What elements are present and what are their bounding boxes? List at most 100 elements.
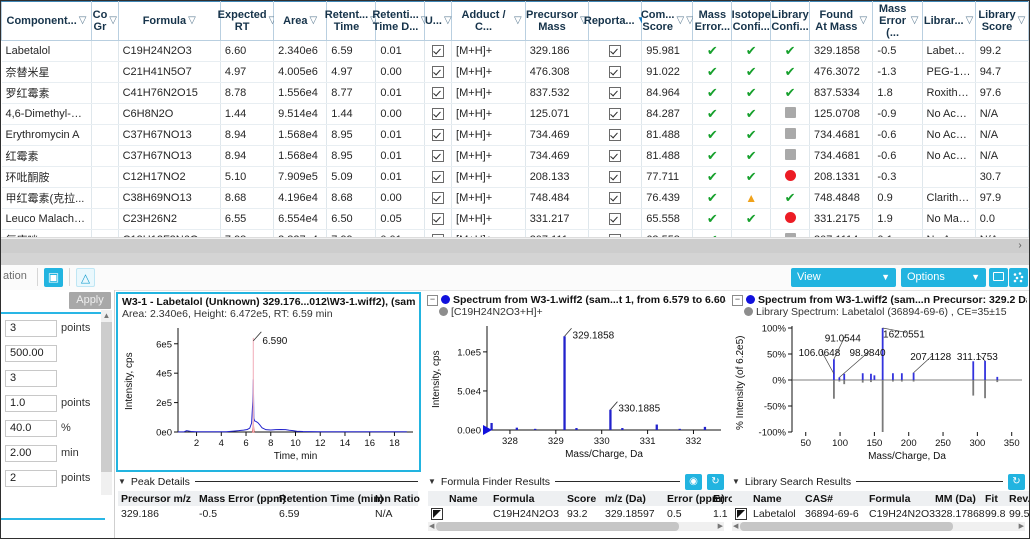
checkbox-icon[interactable] [609,192,622,205]
cell-used-checkbox[interactable] [424,229,453,237]
cell-reportable-checkbox[interactable] [588,145,643,167]
cell-used-checkbox[interactable] [424,124,453,146]
cell-reportable-checkbox[interactable] [588,82,643,104]
table-row[interactable]: 环吡酮胺 C12H17NO2 5.10 7.909e5 5.09 0.01 [M+H]+ 20… [1,166,1029,188]
library-search-header[interactable]: ▼ Library Search Results ↻ [732,473,1025,490]
refresh-icon[interactable]: ↻ [707,473,724,490]
chromatogram-plot[interactable]: 0e0 2e5 4e5 6e5 2 4 6 8 10 12 14 16 18 6.590 Time, min… [120,320,419,470]
column-header-15[interactable]: Found At Mass ▽ [808,1,874,41]
filter-icon[interactable]: ▽ [444,16,452,26]
peak-details-header[interactable]: ▼ Peak Details [118,475,418,488]
checkbox-icon[interactable] [432,213,445,226]
table-row[interactable]: Labetalol 36894-69-6 C19H24N2O3 328.17868 99… [732,506,1029,521]
cell-reportable-checkbox[interactable] [588,40,643,62]
table-body[interactable]: C19H24N2O3 93.2 329.18597 0.5 1.1 [428,506,732,521]
filter-icon[interactable]: ▽ [514,16,522,26]
row-selector-cell[interactable] [732,506,750,521]
cell-used-checkbox[interactable] [424,103,453,125]
column-header-1[interactable]: Co Gr ▽ [91,1,119,41]
scroll-right-arrow[interactable]: › [1013,238,1027,254]
table-row[interactable]: Erythromycin A C37H67NO13 8.94 1.568e4 8.95 0… [1,124,1029,146]
cell-used-checkbox[interactable] [424,187,453,209]
selection-arrow-icon[interactable] [431,507,443,520]
table-body[interactable]: 329.186 -0.5 6.59 N/A [118,506,418,521]
column-header-0[interactable]: Component... ▽ [1,1,93,41]
filter-icon[interactable]: ▽ [911,16,919,26]
parameters-vertical-scrollbar[interactable]: ▲ [101,310,112,495]
cell-reportable-checkbox[interactable] [588,103,643,125]
checkbox-icon[interactable] [432,171,445,184]
column-header-6[interactable]: Retenti...Time D...▽ [372,1,428,41]
cell-reportable-checkbox[interactable] [588,229,643,237]
parameter-input-6[interactable]: 2 [5,470,57,487]
scrollbar-thumb[interactable] [436,522,679,531]
parameter-input-3[interactable]: 1.0 [5,395,57,412]
checkbox-icon[interactable] [609,108,622,121]
options-dropdown[interactable]: Options ▼ [901,268,986,287]
sort-filter-icon[interactable]: ▽ [676,16,684,26]
parameter-input-0[interactable]: 3 [5,320,57,337]
checkbox-icon[interactable] [609,213,622,226]
spectrum-panel[interactable]: − Spectrum from W3-1.wiff2 (sam...t 1, fr… [425,292,728,472]
column-header-14[interactable]: Library Confi... [770,1,810,41]
chevron-down-icon[interactable]: ▼ [732,477,740,486]
formula-finder-header[interactable]: ▼ Formula Finder Results ◉ ↻ [428,473,724,490]
scrollbar-thumb[interactable] [101,322,112,472]
checkbox-icon[interactable] [432,66,445,79]
column-header-3[interactable]: Expected RT ▽ [218,1,276,41]
cell-used-checkbox[interactable] [424,40,453,62]
checkbox-icon[interactable] [609,87,622,100]
column-header-17[interactable]: Librar... ▽ [921,1,976,41]
spectrum-plot[interactable]: 0.0e0 5.0e4 1.0e5 328 329 330 331 332 329.1858 33… [425,318,728,468]
library-spectrum-plot[interactable]: 100%50%0%-50%-100%50 100 150 200 250 300 35010… [730,318,1029,468]
panel-layout-icon[interactable]: ▣ [44,268,63,287]
table-row[interactable]: 氟康唑C13H12F2N6O7.983.827e47.990.01[M+H]+3… [1,229,1029,237]
column-header-5[interactable]: Retent... Time ▽ [325,1,378,41]
row-selector-cell[interactable] [428,506,446,521]
filter-icon[interactable]: ▽ [859,16,867,26]
scrollbar-thumb[interactable] [740,522,953,531]
checkbox-icon[interactable] [609,45,622,58]
parameter-input-4[interactable]: 40.0 [5,420,57,437]
column-header-10[interactable]: Reporta...▼ [584,1,647,41]
column-header-16[interactable]: Mass Error (... ▽ [872,1,923,41]
filter-icon[interactable]: ▽ [188,16,196,26]
scroll-right-arrow[interactable]: ▶ [718,522,723,531]
chromatogram-panel[interactable]: W3-1 - Labetalol (Unknown) 329.176...012… [116,292,421,472]
checkbox-icon[interactable] [432,150,445,163]
table-row[interactable]: Labetalol C19H24N2O3 6.60 2.340e6 6.59 0.01 [M… [1,40,1029,62]
checkbox-icon[interactable] [609,150,622,163]
scroll-up-arrow[interactable]: ▲ [101,310,112,321]
collapse-icon[interactable]: − [732,295,743,306]
table-row[interactable]: 4,6-Dimethyl-2-... C6H8N2O 1.44 9.514e4 1.44… [1,103,1029,125]
checkbox-icon[interactable] [609,129,622,142]
cell-reportable-checkbox[interactable] [588,124,643,146]
cell-reportable-checkbox[interactable] [588,208,643,230]
filter-icon[interactable]: ▽ [109,16,117,26]
library-spectrum-panel[interactable]: − Spectrum from W3-1.wiff2 (sam...n Precu… [730,292,1029,472]
column-header-13[interactable]: Isotope Confi... [731,1,772,41]
parameter-input-5[interactable]: 2.00 [5,445,57,462]
table-row[interactable]: 罗红霉素 C41H76N2O15 8.78 1.556e4 8.77 0.01 [M+H]+… [1,82,1029,104]
column-header-18[interactable]: Library Score ▽ [974,1,1029,41]
scroll-right-arrow[interactable]: ▶ [1019,522,1024,531]
parameter-input-2[interactable]: 3 [5,370,57,387]
view-dropdown[interactable]: View ▼ [791,268,896,287]
column-header-4[interactable]: Area ▽ [273,1,328,41]
cell-used-checkbox[interactable] [424,208,453,230]
checkbox-icon[interactable] [432,129,445,142]
table-body[interactable]: Labetalol C19H24N2O3 6.60 2.340e6 6.59 0.01 [M… [1,40,1029,237]
cell-reportable-checkbox[interactable] [588,187,643,209]
scrollbar-thumb[interactable] [1,239,1029,253]
checkbox-icon[interactable] [432,45,445,58]
table-header-row[interactable]: Component... ▽ Co Gr ▽ Formula ▽ Expected RT ▽ Are… [1,1,1029,41]
library-search-scrollbar[interactable]: ◀ ▶ [732,522,1025,531]
column-header-12[interactable]: Mass Error... [692,1,733,41]
column-header-7[interactable]: U... ▽ [424,1,453,41]
table-row[interactable]: 329.186 -0.5 6.59 N/A [118,506,418,521]
scroll-left-arrow[interactable]: ◀ [429,522,434,531]
table-body[interactable]: Labetalol 36894-69-6 C19H24N2O3 328.17868 99… [732,506,1029,521]
checkbox-icon[interactable] [609,171,622,184]
table-row[interactable]: 奈替米星 C21H41N5O7 4.97 4.005e6 4.97 0.00 [M+H]+ 4… [1,61,1029,83]
parameter-input-1[interactable]: 500.00 [5,345,57,362]
